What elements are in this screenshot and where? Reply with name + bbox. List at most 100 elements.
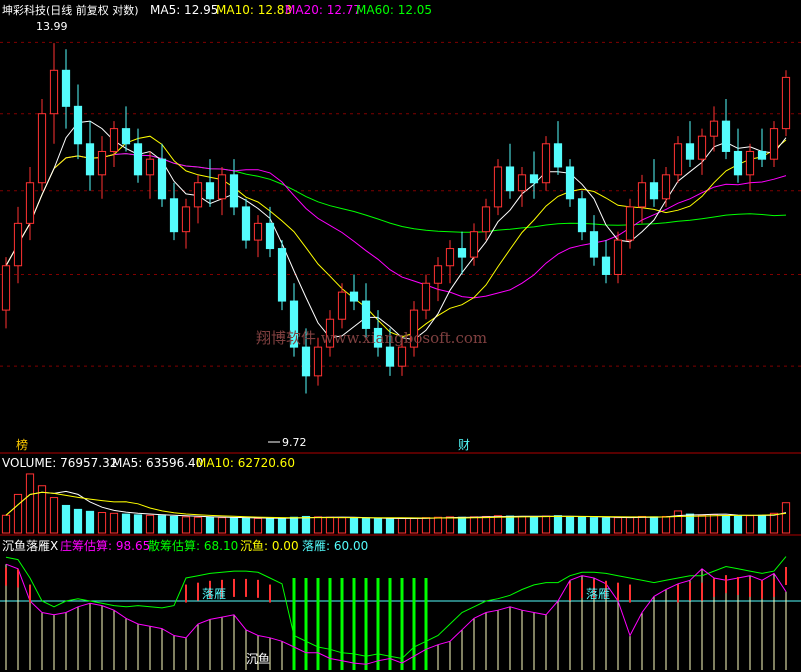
volume-bar — [745, 515, 755, 534]
candle-body — [265, 222, 275, 250]
candle-body — [673, 143, 683, 176]
candle-body — [565, 166, 575, 200]
volume-bar — [277, 517, 287, 534]
volume-bar — [505, 515, 515, 534]
volume-bar — [421, 517, 431, 534]
volume-bar — [385, 518, 395, 534]
candle-body — [361, 300, 371, 329]
low-price-label: 9.72 — [282, 436, 307, 449]
volume-bar — [721, 515, 731, 534]
volume-bar — [289, 516, 299, 534]
volume-bar — [61, 504, 71, 534]
volume-bar — [109, 512, 119, 534]
candle-body — [61, 69, 71, 107]
volume-bar — [529, 516, 539, 534]
candle-body — [301, 346, 311, 377]
candle-body — [277, 248, 287, 302]
candle-body — [517, 174, 527, 192]
candle-body — [733, 150, 743, 176]
candle-body — [553, 143, 563, 168]
volume-bar — [241, 517, 251, 534]
candle-body — [313, 346, 323, 377]
candle-body — [181, 206, 191, 233]
candle-body — [445, 248, 455, 267]
indicator-chenyu: 沉鱼: 0.00 — [240, 539, 299, 553]
candle-body — [85, 143, 95, 176]
volume-bar — [397, 517, 407, 534]
candle-body — [229, 174, 239, 208]
candle-body — [709, 120, 719, 137]
candle-body — [421, 282, 431, 311]
volume-bar — [301, 515, 311, 534]
volume-bar — [145, 514, 155, 534]
volume-bar — [517, 515, 527, 534]
indicator-san: 散筹估算: 68.10 — [148, 538, 238, 553]
candle-body — [457, 248, 467, 258]
candle-body — [49, 69, 59, 115]
candle-body — [433, 265, 443, 284]
volume-bar — [757, 514, 767, 534]
volume-bar — [541, 515, 551, 534]
volume-bar — [637, 515, 647, 534]
candle-body — [601, 256, 611, 275]
candle-body — [13, 222, 23, 267]
candle-body — [577, 198, 587, 233]
high-price-label: 13.99 — [36, 20, 68, 33]
volume-bar — [649, 516, 659, 534]
volume-bar — [565, 515, 575, 534]
volume-ma5: MA5: 63596.40 — [112, 456, 203, 470]
candle-body — [721, 120, 731, 152]
volume-bar — [325, 516, 335, 534]
candle-body — [529, 174, 539, 184]
candle-body — [241, 206, 251, 241]
volume-bar — [457, 516, 467, 534]
ma5-legend: MA5: 12.95 — [150, 3, 218, 17]
volume-bar — [685, 513, 695, 534]
volume-bar — [769, 512, 779, 534]
volume-bar — [373, 518, 383, 534]
volume-bar — [697, 514, 707, 534]
volume-bar — [97, 512, 107, 534]
volume-bar — [205, 516, 215, 534]
candle-body — [493, 166, 503, 208]
candle-body — [589, 231, 599, 258]
volume-bar — [169, 515, 179, 534]
volume-bar — [625, 516, 635, 534]
volume-bar — [409, 517, 419, 534]
volume-bar — [445, 516, 455, 534]
watermark: 翔博软件 www.xiangbosoft.com — [256, 329, 487, 347]
volume-bar — [361, 517, 371, 534]
volume-bar — [601, 517, 611, 534]
volume-bar — [73, 508, 83, 534]
candle-body — [337, 291, 347, 320]
tag-mid: 财 — [458, 438, 470, 452]
volume-bar — [157, 515, 167, 534]
volume-bar — [661, 515, 671, 534]
volume-bar — [229, 517, 239, 534]
volume-bar — [553, 515, 563, 534]
volume-title: VOLUME: 76957.32 — [2, 456, 117, 470]
candle-body — [613, 239, 623, 275]
ma60-legend: MA60: 12.05 — [356, 3, 432, 17]
candle-body — [193, 182, 203, 208]
volume-bar — [121, 513, 131, 534]
candle-body — [253, 222, 263, 241]
candle-body — [745, 150, 755, 176]
volume-bar — [493, 515, 503, 534]
candle-body — [541, 143, 551, 184]
candle-body — [637, 182, 647, 208]
volume-bar — [49, 497, 59, 534]
volume-bar — [253, 517, 263, 534]
volume-bar — [433, 516, 443, 534]
volume-bar — [469, 516, 479, 534]
indicator-name: 沉鱼落雁X — [2, 539, 58, 553]
candle-body — [157, 158, 167, 200]
candle-body — [37, 113, 47, 184]
volume-bar — [589, 517, 599, 534]
volume-ma10: MA10: 62720.60 — [196, 456, 295, 470]
volume-bar — [733, 515, 743, 534]
candle-body — [625, 206, 635, 241]
candle-body — [769, 128, 779, 160]
volume-bar — [25, 473, 35, 534]
volume-bar — [613, 517, 623, 534]
